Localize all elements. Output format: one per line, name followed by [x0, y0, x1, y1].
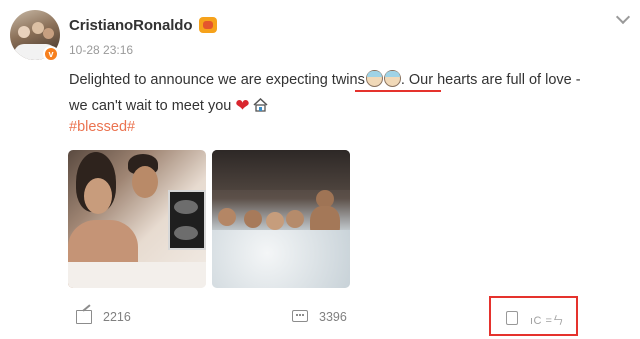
author-name[interactable]: CristianoRonaldo — [69, 17, 193, 34]
thumbs-up-icon[interactable] — [506, 311, 518, 325]
comment-icon[interactable] — [292, 310, 308, 322]
twins-word: twins — [331, 72, 365, 88]
chevron-down-icon[interactable] — [615, 9, 631, 25]
weibo-post-card: v CristianoRonaldo 10-28 23:16 Delighted… — [0, 0, 640, 339]
like-count[interactable]: ıC =ㄣ — [530, 312, 564, 328]
share-count[interactable]: 2216 — [103, 310, 131, 324]
post-image-hot-tub[interactable] — [212, 150, 350, 288]
member-badge-icon[interactable] — [199, 17, 217, 33]
comment-count[interactable]: 3396 — [319, 310, 347, 324]
post-text-part2: . Our hearts are full of love - — [400, 72, 581, 88]
heart-emoji-icon: ❤ — [235, 96, 250, 115]
post-timestamp[interactable]: 10-28 23:16 — [69, 43, 133, 57]
post-image-ultrasound[interactable] — [68, 150, 206, 288]
hashtag-link[interactable]: #blessed# — [69, 119, 135, 135]
post-text: Delighted to announce we are expecting t… — [69, 67, 639, 119]
post-text-line2: we can't wait to meet you — [69, 98, 232, 114]
share-icon[interactable] — [76, 310, 92, 324]
twins-highlight-underline — [355, 90, 441, 92]
baby-emoji-icon — [365, 70, 383, 87]
baby-emoji-icon — [383, 70, 401, 87]
house-emoji-icon — [253, 95, 268, 112]
verified-badge-icon: v — [43, 46, 59, 62]
post-text-part1: Delighted to announce we are expecting — [69, 72, 332, 88]
